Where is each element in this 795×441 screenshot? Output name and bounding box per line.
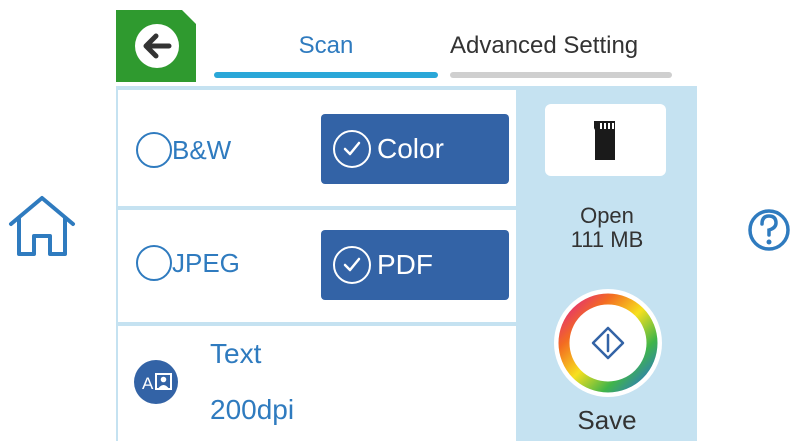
back-button[interactable] xyxy=(116,10,196,82)
jpeg-option[interactable]: JPEG xyxy=(136,245,240,281)
home-icon[interactable] xyxy=(5,192,79,260)
tab-advanced-underline xyxy=(450,72,672,78)
status-text: Open xyxy=(580,203,634,228)
check-icon xyxy=(333,246,371,284)
start-button[interactable] xyxy=(551,286,665,400)
start-icon xyxy=(554,289,662,397)
tab-scan[interactable]: Scan xyxy=(214,28,438,64)
jpeg-radio[interactable] xyxy=(136,245,172,281)
tab-advanced-setting[interactable]: Advanced Setting xyxy=(450,28,680,64)
bw-option[interactable]: B&W xyxy=(136,132,231,168)
free-space-text: 111 MB xyxy=(570,227,644,252)
document-type-label: Text xyxy=(210,338,262,369)
bw-label: B&W xyxy=(172,135,232,165)
sd-card-icon xyxy=(594,121,615,160)
check-icon xyxy=(333,130,371,168)
bw-radio[interactable] xyxy=(136,132,172,168)
pdf-label: PDF xyxy=(377,249,433,280)
color-label: Color xyxy=(377,133,444,164)
color-button[interactable]: Color xyxy=(321,114,509,184)
resolution-label: 200dpi xyxy=(210,394,295,425)
text-mode-icon: A xyxy=(134,360,178,404)
back-icon xyxy=(135,24,179,68)
memory-card-button[interactable] xyxy=(545,104,666,176)
svg-text:A: A xyxy=(142,374,154,393)
tab-scan-underline xyxy=(214,72,438,78)
help-icon[interactable] xyxy=(747,204,791,256)
jpeg-label: JPEG xyxy=(172,248,240,278)
pdf-button[interactable]: PDF xyxy=(321,230,509,300)
start-label: Save xyxy=(577,405,637,435)
memory-card-status: Open 111 MB xyxy=(520,204,694,252)
